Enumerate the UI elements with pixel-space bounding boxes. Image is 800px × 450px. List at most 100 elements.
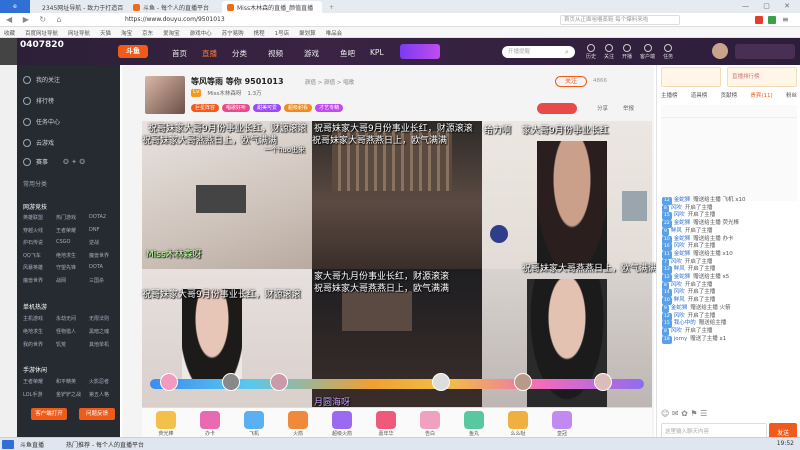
sidebar-game-link[interactable]: 永劫无间 xyxy=(56,315,76,322)
sidebar-game-link[interactable]: 黑暗之魂 xyxy=(89,328,109,335)
taskbar-item[interactable]: 热门推荐 - 每个人的直播平台 xyxy=(66,440,144,449)
feedback-button[interactable]: 问题反馈 xyxy=(79,408,115,420)
douyu-logo[interactable]: 斗鱼 xyxy=(118,45,148,58)
sidebar-game-link[interactable]: 绝地求生 xyxy=(56,252,76,259)
extension-icon[interactable] xyxy=(768,16,776,24)
chat-username[interactable]: 风吹 xyxy=(674,313,685,319)
browser-search-input[interactable]: 首页从正面咀嚼蒸鞋 每个爆料来啦 xyxy=(560,15,680,25)
nav-games[interactable]: 游戏 xyxy=(304,48,319,59)
right-tab[interactable]: 主播榜 xyxy=(661,91,678,101)
sidebar-game-link[interactable]: 守望先锋 xyxy=(56,264,76,271)
sidebar-item-follow[interactable]: 我的关注 xyxy=(23,75,60,84)
header-icon-button[interactable]: 客户端 xyxy=(640,44,655,60)
right-tab[interactable]: 道具榜 xyxy=(691,91,708,101)
sidebar-game-link[interactable]: 穿越火线 xyxy=(23,227,43,234)
tag[interactable]: 唱歌好听 xyxy=(222,104,251,112)
sidebar-game-link[interactable]: 三国杀 xyxy=(89,277,104,284)
bookmark-link[interactable]: 网址导航 xyxy=(68,29,90,37)
user-level-badge[interactable] xyxy=(735,44,795,59)
sidebar-game-link[interactable]: 逆战 xyxy=(89,239,99,246)
window-controls[interactable]: — ▢ ✕ xyxy=(742,2,796,10)
sidebar-item-esports[interactable]: 赛事 ✪ ✦ ✪ xyxy=(23,157,85,166)
right-tab[interactable]: 贡献榜 xyxy=(721,91,738,101)
chat-toolbar[interactable]: ☺ ✉ ✿ ⚑ ☰ xyxy=(661,406,797,420)
sidebar-game-link[interactable]: DOTA xyxy=(89,264,103,270)
sidebar-game-link[interactable]: CSGO xyxy=(56,239,70,245)
video-player[interactable]: 祝哥妹家大哥9月份事业长红，财源滚滚 祝哥妹家大哥9月份事业长红，财源滚滚 给力… xyxy=(142,121,657,408)
browser-tab-active[interactable]: Miss木林森的直播_颜值直播 xyxy=(222,1,322,13)
chat-username[interactable]: 金蛇狮 xyxy=(674,197,691,203)
tag[interactable]: 巨星阵容 xyxy=(191,104,220,112)
sidebar-game-link[interactable]: 战网 xyxy=(56,277,66,284)
sidebar-game-link[interactable]: DNF xyxy=(89,227,99,233)
bookmark-link[interactable]: 苏宁易购 xyxy=(222,29,244,37)
header-icon-button[interactable]: 关注 xyxy=(604,44,614,60)
chat-username[interactable]: 风吹 xyxy=(671,282,682,288)
sidebar-game-link[interactable]: 王者荣耀 xyxy=(23,378,43,385)
header-icon-button[interactable]: 历史 xyxy=(586,44,596,60)
gift-item[interactable] xyxy=(552,411,572,429)
video-cell[interactable] xyxy=(482,121,652,269)
chat-username[interactable]: 风吹 xyxy=(674,243,685,249)
sidebar-game-link[interactable]: 绝地求生 xyxy=(23,328,43,335)
gift-item[interactable] xyxy=(244,411,264,429)
collapse-strip[interactable] xyxy=(0,38,17,65)
sidebar-game-link[interactable]: 魔兽世界 xyxy=(89,252,109,259)
sidebar-game-link[interactable]: QQ飞车 xyxy=(23,252,41,259)
start-icon[interactable] xyxy=(2,440,14,449)
rank-list-header[interactable]: 直播排行榜 xyxy=(727,67,797,87)
nav-video[interactable]: 视频 xyxy=(268,48,283,59)
follow-button[interactable]: 关注 xyxy=(555,76,587,87)
sidebar-game-link[interactable]: 第五人格 xyxy=(89,391,109,398)
bookmark-link[interactable]: 京东 xyxy=(142,29,153,37)
bookmark-link[interactable]: 收藏 xyxy=(4,29,15,37)
room-category[interactable]: 颜值 > 颜值 > 唱歌 xyxy=(305,78,354,86)
bookmark-link[interactable]: 百度网址导航 xyxy=(25,29,58,37)
sidebar-game-link[interactable]: LOL手游 xyxy=(23,391,42,398)
sidebar-item-tasks[interactable]: 任务中心 xyxy=(23,117,60,126)
bookmark-link[interactable]: 携程 xyxy=(254,29,265,37)
search-icon[interactable]: ⌕ xyxy=(565,48,569,57)
gift-item[interactable] xyxy=(288,411,308,429)
extension-icon[interactable] xyxy=(755,16,763,24)
header-icon-button[interactable]: 开播 xyxy=(622,44,632,60)
anchor-avatar[interactable] xyxy=(145,76,185,114)
browser-tab[interactable]: 斗鱼 - 每个人的直播平台 xyxy=(128,1,220,13)
nav-fishbar[interactable]: 鱼吧 xyxy=(340,48,355,59)
avatar[interactable] xyxy=(594,373,612,391)
sidebar-item-rank[interactable]: 排行榜 xyxy=(23,96,54,105)
nav-buttons[interactable]: ◀ ▶ ↻ ⌂ xyxy=(6,15,66,24)
chat-message[interactable]: 18 jomy 赠送了主播 x1 xyxy=(662,335,798,344)
taskbar-item[interactable]: 斗鱼直播 xyxy=(20,440,44,449)
sidebar-game-link[interactable]: 其他单机 xyxy=(89,341,109,348)
chat-username[interactable]: 风吹 xyxy=(674,289,685,295)
chat-username[interactable]: 我心中的 xyxy=(674,320,696,326)
hot-badge[interactable] xyxy=(537,103,577,114)
tag[interactable]: 才艺专精 xyxy=(315,104,344,112)
browser-logo-icon[interactable]: e xyxy=(0,0,30,13)
gift-item[interactable] xyxy=(332,411,352,429)
sidebar-game-link[interactable]: 无限法则 xyxy=(89,315,109,322)
bookmark-link[interactable]: 天猫 xyxy=(100,29,111,37)
avatar[interactable] xyxy=(222,373,240,391)
gift-item[interactable] xyxy=(376,411,396,429)
new-tab-button[interactable]: + xyxy=(324,1,334,13)
rank-banner[interactable] xyxy=(661,67,721,87)
chat-username[interactable]: 鲜风 xyxy=(674,297,685,303)
avatar[interactable] xyxy=(712,43,728,59)
sidebar-item-cloud[interactable]: 云游戏 xyxy=(23,138,54,147)
nav-live[interactable]: 直播 xyxy=(202,48,217,59)
sidebar-game-link[interactable]: 炉石传说 xyxy=(23,239,43,246)
chat-username[interactable]: 金蛇狮 xyxy=(674,274,691,280)
avatar[interactable] xyxy=(432,373,450,391)
chat-username[interactable]: 风吹 xyxy=(674,212,685,218)
avatar[interactable] xyxy=(514,373,532,391)
url-field[interactable]: https://www.douyu.com/9501013 xyxy=(125,15,455,25)
chat-username[interactable]: 风吹 xyxy=(671,205,682,211)
sidebar-game-link[interactable]: DOTA2 xyxy=(89,214,106,220)
chat-username[interactable]: 鲜风 xyxy=(674,266,685,272)
bookmark-link[interactable]: 淘宝 xyxy=(121,29,132,37)
right-tab[interactable]: 粉丝 xyxy=(786,91,797,101)
chat-username[interactable]: 风吹 xyxy=(671,259,682,265)
avatar[interactable] xyxy=(270,373,288,391)
